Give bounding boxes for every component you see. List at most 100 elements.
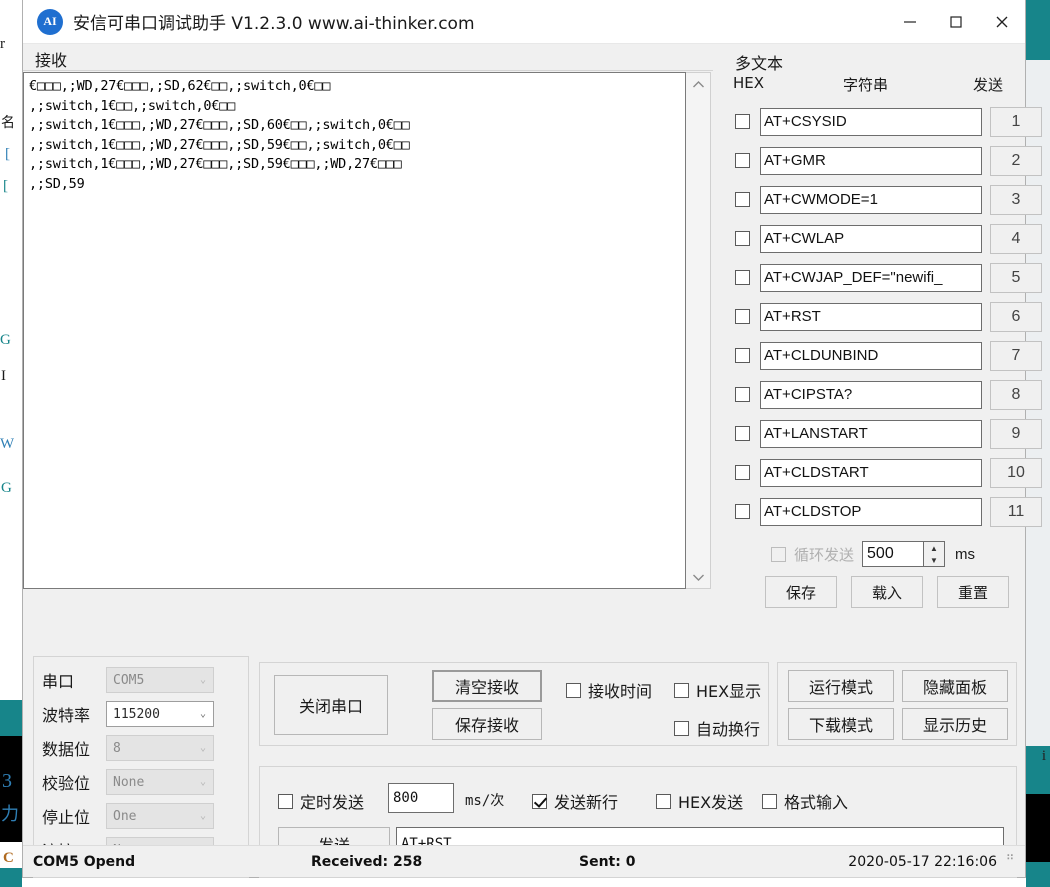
send-command-button-7[interactable]: 7 [990, 340, 1042, 371]
save-button[interactable]: 保存 [765, 576, 837, 608]
bg-fragment-i2: i [1041, 748, 1046, 764]
hex-checkbox-2[interactable] [735, 153, 750, 168]
chevron-down-icon[interactable] [686, 566, 710, 588]
receive-textarea[interactable]: €□□□,;WD,27€□□□,;SD,62€□□,;switch,0€□□ ,… [23, 72, 686, 589]
download-mode-button[interactable]: 下载模式 [788, 708, 894, 740]
hex-checkbox-1[interactable] [735, 114, 750, 129]
send-command-button-8[interactable]: 8 [990, 379, 1042, 410]
bg-fragment-cn2: 力 [1, 804, 19, 825]
format-input-checkbox[interactable]: 格式输入 [762, 789, 848, 813]
maximize-button[interactable] [933, 0, 979, 43]
command-row: AT+LANSTART 9 [723, 414, 1042, 453]
loop-interval-unit: ms [955, 545, 976, 563]
send-newline-checkbox[interactable]: 发送新行 [532, 789, 618, 813]
command-row: AT+CSYSID 1 [723, 102, 1042, 141]
chevron-down-icon: ⌄ [199, 674, 206, 686]
serial-value-2: 8 [113, 740, 121, 756]
close-port-button[interactable]: 关闭串口 [274, 675, 388, 735]
serial-setting-row: 停止位 One ⌄ [42, 801, 242, 831]
receive-time-checkbox[interactable]: 接收时间 [566, 678, 652, 702]
hide-panel-button[interactable]: 隐藏面板 [902, 670, 1008, 702]
timed-interval-input[interactable]: 800 [388, 783, 454, 813]
bg-right-dark [1026, 794, 1050, 862]
checkbox-box [278, 793, 293, 809]
send-command-button-11[interactable]: 11 [990, 496, 1042, 527]
command-row: AT+CWJAP_DEF="newifi_ 5 [723, 258, 1042, 297]
bg-fragment-g2: G [1, 480, 12, 496]
status-bar: COM5 Opend Received: 258 Sent: 0 2020-05… [23, 845, 1025, 877]
command-input-2[interactable]: AT+GMR [760, 146, 982, 175]
run-mode-button[interactable]: 运行模式 [788, 670, 894, 702]
show-history-button[interactable]: 显示历史 [902, 708, 1008, 740]
serial-combo-1[interactable]: 115200 ⌄ [106, 701, 214, 727]
serial-label-3: 校验位 [42, 774, 91, 793]
reset-button[interactable]: 重置 [937, 576, 1009, 608]
hex-checkbox-6[interactable] [735, 309, 750, 324]
checkbox-box [566, 682, 581, 698]
timed-interval-unit: ms/次 [465, 793, 505, 809]
spinner-up-icon[interactable]: ▲ [924, 542, 944, 554]
hex-checkbox-8[interactable] [735, 387, 750, 402]
bg-fragment-bracket-1: [ [5, 146, 10, 162]
serial-setting-row: 数据位 8 ⌄ [42, 733, 242, 763]
serial-value-1: 115200 [113, 706, 160, 722]
loop-interval-spinner[interactable]: ▲ ▼ [924, 541, 946, 567]
chevron-down-icon: ⌄ [199, 810, 206, 822]
hex-checkbox-11[interactable] [735, 504, 750, 519]
send-command-button-2[interactable]: 2 [990, 145, 1042, 176]
spinner-down-icon[interactable]: ▼ [924, 554, 944, 566]
hex-checkbox-10[interactable] [735, 465, 750, 480]
send-command-button-3[interactable]: 3 [990, 184, 1042, 215]
load-button[interactable]: 载入 [851, 576, 923, 608]
command-input-8[interactable]: AT+CIPSTA? [760, 380, 982, 409]
minimize-button[interactable] [887, 0, 933, 43]
command-input-5[interactable]: AT+CWJAP_DEF="newifi_ [760, 263, 982, 292]
bg-fragment-g1: G [0, 332, 11, 348]
status-received: Received: 258 [311, 853, 423, 870]
command-input-4[interactable]: AT+CWLAP [760, 224, 982, 253]
hex-send-checkbox[interactable]: HEX发送 [656, 789, 743, 813]
hex-checkbox-7[interactable] [735, 348, 750, 363]
auto-wrap-label: 自动换行 [696, 720, 761, 739]
receive-scrollbar[interactable] [686, 72, 711, 589]
hex-checkbox-4[interactable] [735, 231, 750, 246]
send-command-button-4[interactable]: 4 [990, 223, 1042, 254]
timed-send-checkbox[interactable]: 定时发送 [278, 789, 364, 813]
status-datetime: 2020-05-17 22:16:06 [848, 853, 997, 870]
resize-grip-icon[interactable]: ∷ [1007, 853, 1019, 868]
loop-send-checkbox[interactable] [771, 546, 786, 562]
auto-wrap-checkbox[interactable]: 自动换行 [674, 716, 760, 740]
window-body: 接收 €□□□,;WD,27€□□□,;SD,62€□□,;switch,0€□… [23, 44, 1042, 878]
hex-checkbox-3[interactable] [735, 192, 750, 207]
column-header-hex: HEX [733, 74, 765, 92]
application-window: AI 安信可串口调试助手 V1.2.3.0 www.ai-thinker.com… [22, 0, 1042, 878]
send-command-button-10[interactable]: 10 [990, 457, 1042, 488]
command-input-3[interactable]: AT+CWMODE=1 [760, 185, 982, 214]
loop-send-label: 循环发送 [794, 545, 855, 564]
hex-display-checkbox[interactable]: HEX显示 [674, 678, 761, 702]
loop-interval-input[interactable]: 500 [862, 541, 925, 567]
command-input-1[interactable]: AT+CSYSID [760, 107, 982, 136]
command-input-11[interactable]: AT+CLDSTOP [760, 497, 982, 526]
command-input-7[interactable]: AT+CLDUNBIND [760, 341, 982, 370]
checkbox-box [656, 793, 671, 809]
command-input-10[interactable]: AT+CLDSTART [760, 458, 982, 487]
title-bar[interactable]: AI 安信可串口调试助手 V1.2.3.0 www.ai-thinker.com [23, 0, 1025, 44]
chevron-up-icon[interactable] [686, 73, 710, 95]
serial-value-0: COM5 [113, 672, 145, 688]
send-command-button-1[interactable]: 1 [990, 106, 1042, 137]
app-logo-icon: AI [37, 8, 63, 35]
bg-fragment-w: W [0, 436, 15, 452]
clear-receive-button[interactable]: 清空接收 [432, 670, 542, 702]
save-receive-button[interactable]: 保存接收 [432, 708, 542, 740]
hex-checkbox-9[interactable] [735, 426, 750, 441]
hex-checkbox-5[interactable] [735, 270, 750, 285]
send-command-button-6[interactable]: 6 [990, 301, 1042, 332]
send-command-button-5[interactable]: 5 [990, 262, 1042, 293]
send-command-button-9[interactable]: 9 [990, 418, 1042, 449]
command-input-9[interactable]: AT+LANSTART [760, 419, 982, 448]
multitext-action-buttons: 保存 载入 重置 [723, 576, 1027, 608]
command-input-6[interactable]: AT+RST [760, 302, 982, 331]
serial-combo-0: COM5 ⌄ [106, 667, 214, 693]
close-button[interactable] [979, 0, 1025, 43]
